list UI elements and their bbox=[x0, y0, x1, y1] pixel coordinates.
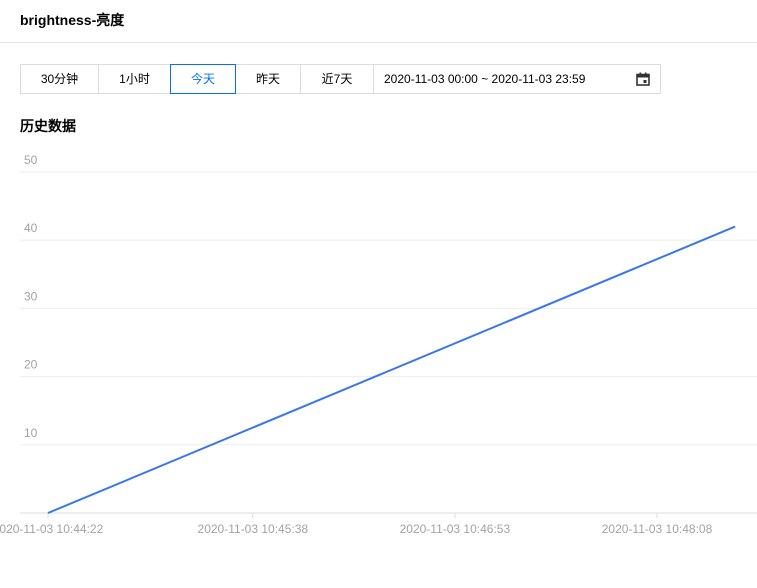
page: brightness-亮度 30分钟 1小时 今天 昨天 近7天 2020-11… bbox=[0, 0, 757, 588]
y-tick-label: 20 bbox=[24, 358, 38, 372]
date-range-picker[interactable]: 2020-11-03 00:00 ~ 2020-11-03 23:59 bbox=[373, 64, 661, 94]
x-tick-label: 2020-11-03 10:46:53 bbox=[400, 522, 511, 536]
range-7days-button[interactable]: 近7天 bbox=[300, 64, 374, 94]
time-range-selector: 30分钟 1小时 今天 昨天 近7天 2020-11-03 00:00 ~ 20… bbox=[20, 64, 661, 94]
y-tick-label: 40 bbox=[24, 221, 38, 235]
x-tick-label: 2020-11-03 10:45:38 bbox=[198, 522, 309, 536]
y-tick-label: 50 bbox=[24, 153, 38, 167]
range-30min-button[interactable]: 30分钟 bbox=[20, 64, 99, 94]
page-title: brightness-亮度 bbox=[20, 12, 125, 28]
range-yesterday-button[interactable]: 昨天 bbox=[235, 64, 301, 94]
range-1hour-button[interactable]: 1小时 bbox=[98, 64, 171, 94]
range-today-button[interactable]: 今天 bbox=[170, 64, 236, 94]
y-tick-label: 10 bbox=[24, 426, 38, 440]
history-chart: 10 20 30 40 50 2020-11-03 10:44:22 2020-11-03 … bbox=[0, 153, 757, 536]
header: brightness-亮度 bbox=[0, 0, 757, 43]
x-tick-label: 2020-11-03 10:48:08 bbox=[602, 522, 713, 536]
date-range-text: 2020-11-03 00:00 ~ 2020-11-03 23:59 bbox=[384, 72, 586, 86]
calendar-icon[interactable] bbox=[636, 72, 650, 86]
x-tick-label: 2020-11-03 10:44:22 bbox=[0, 522, 104, 536]
y-tick-label: 30 bbox=[24, 289, 38, 303]
section-title: 历史数据 bbox=[20, 118, 76, 134]
series-line bbox=[47, 225, 736, 514]
